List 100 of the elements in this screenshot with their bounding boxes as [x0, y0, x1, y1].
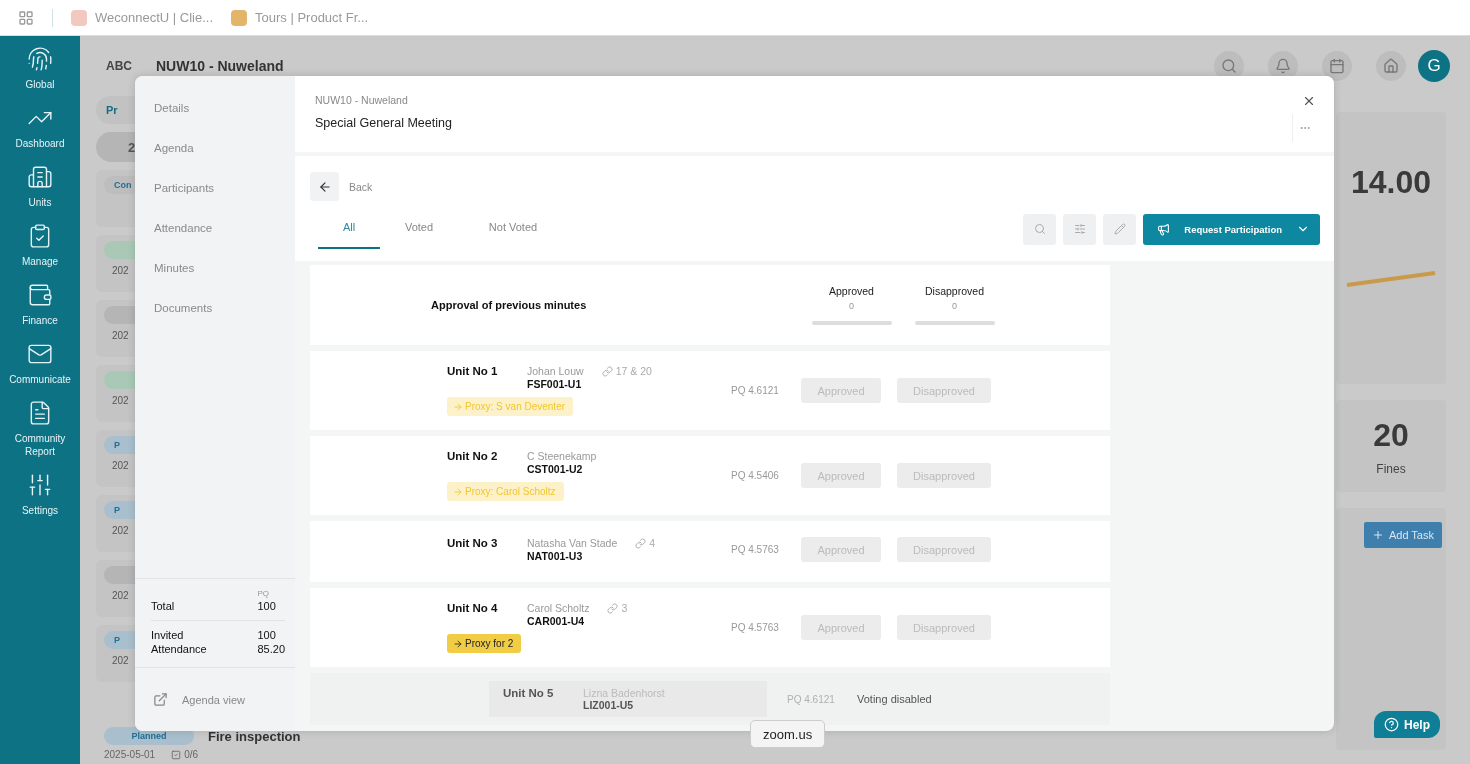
- pencil-icon: [1113, 223, 1126, 235]
- unit-code: CST001-U2: [527, 463, 584, 475]
- tally-count: 0: [952, 301, 957, 311]
- question-text: Approval of previous minutes: [430, 299, 588, 311]
- agenda-view-link[interactable]: Agenda view: [135, 667, 295, 731]
- nav-item[interactable]: Settings: [0, 472, 80, 517]
- page-title: NUW10 - Nuweland: [156, 58, 285, 74]
- nav-item[interactable]: Communicate: [0, 341, 80, 386]
- linked-units: 4: [649, 537, 656, 549]
- link-icon: [635, 537, 647, 549]
- settings-icon: [27, 472, 53, 498]
- user-avatar[interactable]: G: [1418, 50, 1450, 82]
- task-date: 202: [112, 460, 129, 471]
- owner-name: Natasha Van Stade: [527, 537, 618, 549]
- close-button[interactable]: [1302, 94, 1316, 108]
- add-task-button[interactable]: Add Task: [1363, 522, 1442, 548]
- linked-units: 17 & 20: [615, 365, 652, 377]
- fingerprint-icon: [27, 46, 53, 72]
- total-value: 85.20: [257, 643, 285, 655]
- column-header: PQ: [257, 589, 271, 598]
- nav-label: Community Report: [13, 432, 67, 458]
- arrow-right-icon: [453, 638, 463, 649]
- owner-name: C Steenekamp: [527, 450, 597, 462]
- stat-value: 14.00: [1350, 164, 1432, 201]
- proxy-badge: Proxy: S van Deventer: [447, 397, 574, 416]
- help-icon: [1384, 717, 1399, 732]
- unit-code: FSF001-U1: [527, 378, 583, 390]
- help-button[interactable]: Help: [1374, 711, 1440, 738]
- plus-icon: [1371, 529, 1384, 541]
- browser-tab[interactable]: WeconnectU | Clie...: [71, 9, 213, 26]
- nav-label: Manage: [21, 255, 59, 268]
- proxy-badge: Proxy for 2: [447, 634, 522, 653]
- task-date: 202: [112, 525, 129, 536]
- megaphone-icon: [1157, 222, 1171, 236]
- nav-item[interactable]: Dashboard: [0, 105, 80, 150]
- company-logo: ABC: [106, 59, 132, 73]
- proxy-badge: Proxy: Carol Scholtz: [447, 482, 564, 501]
- nav-label: Dashboard: [15, 137, 65, 150]
- nav-label: Settings: [21, 504, 59, 517]
- filter-icon: [1073, 223, 1086, 235]
- unit-number: Unit No 1: [447, 365, 499, 377]
- unit-number: Unit No 2: [447, 450, 499, 462]
- search-icon: [1033, 223, 1046, 235]
- home-icon[interactable]: [1376, 51, 1406, 81]
- arrow-right-icon: [453, 401, 463, 412]
- favicon: [71, 9, 87, 26]
- nav-label: Finance: [22, 314, 58, 327]
- voting-status: Voting disabled: [857, 693, 932, 705]
- section-link[interactable]: Attendance: [135, 208, 295, 248]
- owner-name: Carol Scholtz: [527, 602, 590, 614]
- favicon: [231, 9, 247, 26]
- filter-tab[interactable]: All: [318, 209, 380, 249]
- task-title: Fire inspection: [208, 728, 301, 744]
- nav-item[interactable]: Manage: [0, 223, 80, 268]
- pq-value: PQ 4.5763: [731, 622, 780, 633]
- pq-value: PQ 4.5763: [731, 544, 780, 555]
- task-count: 0/6: [184, 749, 199, 760]
- nav-item[interactable]: Units: [0, 164, 80, 209]
- pq-value: PQ 4.5406: [731, 470, 780, 481]
- calendar-icon[interactable]: [1322, 51, 1352, 81]
- unit-number: Unit No 5: [503, 687, 555, 701]
- browser-tab[interactable]: Tours | Product Fr...: [231, 9, 369, 26]
- nav-label: Units: [28, 196, 52, 209]
- external-link-icon: [153, 692, 168, 707]
- back-button[interactable]: [310, 172, 339, 201]
- search-button[interactable]: [1023, 213, 1057, 245]
- arrow-right-icon: [453, 486, 463, 497]
- nav-item[interactable]: Community Report: [0, 400, 80, 458]
- building-icon: [27, 164, 53, 190]
- filter-button[interactable]: [1063, 213, 1097, 245]
- tooltip: zoom.us: [750, 720, 826, 748]
- pq-value: PQ 4.6121: [787, 693, 836, 705]
- task-date: 202: [112, 265, 129, 276]
- unit-code: NAT001-U3: [527, 550, 584, 562]
- filter-tab[interactable]: Not Voted: [458, 209, 568, 249]
- task-date: 2025-05-01: [104, 749, 156, 760]
- pq-value: PQ 4.6121: [731, 385, 780, 396]
- app-grid-icon[interactable]: [18, 9, 34, 26]
- edit-button[interactable]: [1103, 213, 1137, 245]
- request-participation-button[interactable]: Request Participation: [1143, 213, 1320, 245]
- total-label: Invited: [151, 629, 185, 641]
- filter-tab[interactable]: Voted: [388, 209, 450, 249]
- link-icon: [601, 365, 613, 377]
- section-link[interactable]: Minutes: [135, 248, 295, 288]
- unit-code: CAR001-U4: [527, 615, 586, 627]
- wallet-icon: [27, 282, 53, 308]
- task-date: 202: [112, 395, 129, 406]
- back-label: Back: [349, 180, 373, 193]
- nav-item[interactable]: Global: [0, 46, 80, 91]
- total-label: Total: [151, 600, 176, 612]
- tally-label: Disapproved: [925, 285, 984, 297]
- nav-item[interactable]: Finance: [0, 282, 80, 327]
- section-link[interactable]: Documents: [135, 288, 295, 328]
- nav-label: Global: [25, 78, 55, 91]
- stat-label: Fines: [1376, 461, 1406, 476]
- task-date: 202: [112, 330, 129, 341]
- owner-name: Johan Louw: [527, 365, 584, 377]
- tally-count: 0: [849, 301, 854, 311]
- unit-number: Unit No 4: [447, 602, 499, 614]
- tally-label: Approved: [829, 285, 874, 297]
